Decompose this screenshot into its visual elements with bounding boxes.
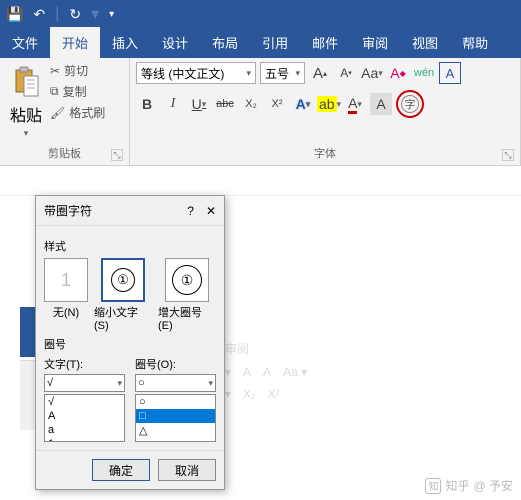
- font-name-select[interactable]: 等线 (中文正文)▾: [136, 62, 256, 84]
- shape-label: 圈号(O):: [135, 356, 216, 372]
- tab-review[interactable]: 审阅: [350, 27, 400, 58]
- enclosed-char-dialog: 带圈字符 ? ✕ 样式 1 无(N) ① 缩小文字(S) ① 增大圈号(E) 圈…: [35, 195, 225, 490]
- list-item[interactable]: □: [136, 409, 215, 423]
- copy-icon: ⧉: [50, 84, 59, 99]
- ribbon: 粘贴 ▾ ✂ 剪切 ⧉ 复制 🖌 格式刷 剪贴板⤡ 等线 (中文正文)▾ 五号▾ A▴…: [0, 58, 521, 166]
- painter-label: 格式刷: [69, 104, 105, 121]
- quick-access-toolbar: 💾 ↶ | ↻ ▾ ▾: [0, 0, 521, 28]
- list-item[interactable]: A: [45, 409, 124, 423]
- group-label-clipboard: 剪贴板⤡: [6, 143, 123, 163]
- clear-format-button[interactable]: A◆: [387, 62, 409, 84]
- list-item[interactable]: a: [45, 423, 124, 437]
- cut-button[interactable]: ✂ 剪切: [50, 62, 105, 79]
- background-ribbon-ghost: 审阅 ▾AAAa ▾ ▾X₂X²: [225, 340, 511, 430]
- tab-file[interactable]: 文件: [0, 27, 50, 58]
- font-color-button[interactable]: A▾: [344, 93, 366, 115]
- enclosed-char-button[interactable]: 字: [396, 90, 424, 118]
- copy-button[interactable]: ⧉ 复制: [50, 83, 105, 100]
- change-case-button[interactable]: Aa▾: [361, 62, 383, 84]
- shrink-font-button[interactable]: A▾: [335, 62, 357, 84]
- tab-view[interactable]: 视图: [400, 27, 450, 58]
- tab-help[interactable]: 帮助: [450, 27, 500, 58]
- shape-combo[interactable]: ○▾: [135, 374, 216, 392]
- strike-button[interactable]: abc: [214, 93, 236, 115]
- text-effects-button[interactable]: A▾: [292, 93, 314, 115]
- zhihu-icon: 知: [425, 478, 441, 494]
- tab-design[interactable]: 设计: [150, 27, 200, 58]
- undo-icon[interactable]: ↶: [33, 6, 45, 23]
- paste-button[interactable]: 粘贴 ▾: [6, 62, 46, 141]
- style-section-label: 样式: [44, 238, 216, 254]
- list-item[interactable]: △: [136, 423, 215, 438]
- separator: |: [55, 5, 59, 23]
- text-listbox[interactable]: √ A a 1: [44, 394, 125, 442]
- style-enlarge[interactable]: ①: [165, 258, 209, 302]
- background-fragment: [20, 360, 35, 430]
- superscript-button[interactable]: X²: [266, 93, 288, 115]
- separator: ▾: [91, 4, 99, 24]
- style-enlarge-label: 增大圈号(E): [158, 304, 216, 332]
- group-label-font: 字体⤡: [136, 143, 514, 163]
- char-border-button[interactable]: A: [439, 62, 461, 84]
- close-icon[interactable]: ✕: [206, 204, 216, 218]
- customize-qat[interactable]: ▾: [109, 9, 114, 20]
- dialog-launcher-icon[interactable]: ⤡: [502, 149, 514, 161]
- tab-mail[interactable]: 邮件: [300, 27, 350, 58]
- copy-label: 复制: [63, 83, 87, 100]
- dialog-titlebar: 带圈字符 ? ✕: [36, 196, 224, 226]
- watermark-author: @ 予安: [473, 477, 513, 494]
- text-label: 文字(T):: [44, 356, 125, 372]
- char-shading-button[interactable]: A: [370, 93, 392, 115]
- tab-references[interactable]: 引用: [250, 27, 300, 58]
- dialog-title: 带圈字符: [44, 202, 92, 219]
- list-item[interactable]: √: [45, 395, 124, 409]
- group-font: 等线 (中文正文)▾ 五号▾ A▴ A▾ Aa▾ A◆ wén A B I U▾…: [130, 58, 521, 165]
- underline-button[interactable]: U▾: [188, 93, 210, 115]
- background-fragment: [20, 307, 35, 357]
- brush-icon: 🖌: [50, 106, 65, 120]
- style-shrink-label: 缩小文字(S): [94, 304, 152, 332]
- paste-icon: [10, 64, 42, 100]
- paste-label: 粘贴: [10, 102, 42, 126]
- text-combo[interactable]: √▾: [44, 374, 125, 392]
- list-item[interactable]: 1: [45, 437, 124, 442]
- tab-layout[interactable]: 布局: [200, 27, 250, 58]
- enclose-section-label: 圈号: [44, 336, 216, 352]
- document-area: [0, 166, 521, 196]
- dialog-launcher-icon[interactable]: ⤡: [111, 149, 123, 161]
- format-painter-button[interactable]: 🖌 格式刷: [50, 104, 105, 121]
- highlight-button[interactable]: ab▾: [318, 93, 340, 115]
- bold-button[interactable]: B: [136, 93, 158, 115]
- group-clipboard: 粘贴 ▾ ✂ 剪切 ⧉ 复制 🖌 格式刷 剪贴板⤡: [0, 58, 130, 165]
- tab-home[interactable]: 开始: [50, 27, 100, 58]
- subscript-button[interactable]: X₂: [240, 93, 262, 115]
- cancel-button[interactable]: 取消: [158, 459, 216, 481]
- tab-insert[interactable]: 插入: [100, 27, 150, 58]
- list-item[interactable]: ◇: [136, 438, 215, 442]
- style-none[interactable]: 1: [44, 258, 88, 302]
- italic-button[interactable]: I: [162, 93, 184, 115]
- shape-listbox[interactable]: ○ □ △ ◇: [135, 394, 216, 442]
- grow-font-button[interactable]: A▴: [309, 62, 331, 84]
- style-shrink[interactable]: ①: [101, 258, 145, 302]
- ribbon-tabs: 文件 开始 插入 设计 布局 引用 邮件 审阅 视图 帮助: [0, 28, 521, 58]
- chevron-down-icon: ▾: [24, 128, 29, 139]
- list-item[interactable]: ○: [136, 395, 215, 409]
- scissors-icon: ✂: [50, 64, 60, 78]
- redo-icon[interactable]: ↻: [69, 6, 81, 23]
- save-icon[interactable]: 💾: [6, 6, 23, 23]
- style-none-label: 无(N): [53, 304, 79, 320]
- cut-label: 剪切: [64, 62, 88, 79]
- help-icon[interactable]: ?: [187, 204, 194, 218]
- watermark: 知 知乎 @ 予安: [425, 477, 513, 494]
- ok-button[interactable]: 确定: [92, 459, 150, 481]
- watermark-site: 知乎: [445, 477, 469, 494]
- phonetic-guide-button[interactable]: wén: [413, 62, 435, 84]
- font-size-select[interactable]: 五号▾: [260, 62, 305, 84]
